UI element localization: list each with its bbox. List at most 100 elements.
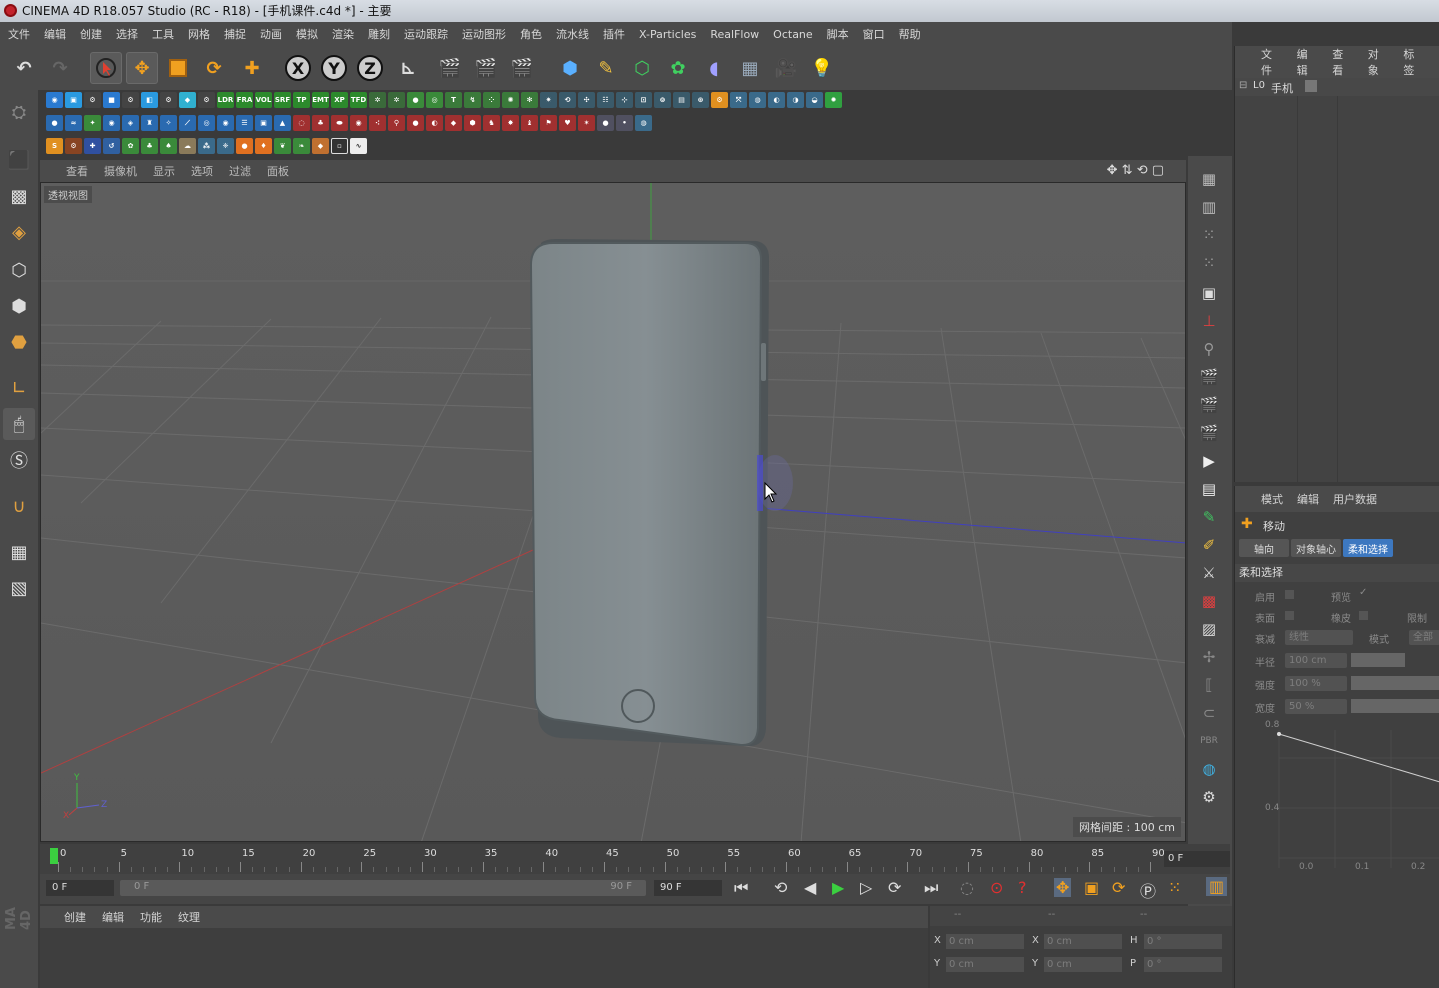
xp-action-23-icon[interactable]: ◑ bbox=[787, 92, 804, 108]
menu-snap[interactable]: 捕捉 bbox=[224, 26, 246, 42]
tool-bush-icon[interactable]: ❈ bbox=[217, 138, 234, 154]
xp-action-9-icon[interactable]: ✻ bbox=[521, 92, 538, 108]
rf-daemon-7-icon[interactable]: ◉ bbox=[217, 115, 234, 131]
xp-action-12-icon[interactable]: ✣ bbox=[578, 92, 595, 108]
key-rotation-icon[interactable]: ⟳ bbox=[1112, 878, 1125, 897]
falloff-select[interactable]: 线性 bbox=[1285, 630, 1353, 645]
xp-action-21-icon[interactable]: ◍ bbox=[749, 92, 766, 108]
xp-emitter-icon[interactable]: ▣ bbox=[65, 92, 82, 108]
render-picture-viewer-icon[interactable]: 🎬 bbox=[470, 52, 502, 84]
tool-grass-icon[interactable]: ⁂ bbox=[198, 138, 215, 154]
sculpt-grid-icon[interactable]: ▦ bbox=[3, 536, 35, 568]
cube-primitive-icon[interactable]: ⬢ bbox=[554, 52, 586, 84]
current-frame-field[interactable]: 0 F bbox=[1164, 851, 1230, 867]
last-tool-icon[interactable]: ✚ bbox=[236, 52, 268, 84]
rf-daemon-1-icon[interactable]: ◉ bbox=[103, 115, 120, 131]
rf-daemon-28-icon[interactable]: • bbox=[616, 115, 633, 131]
phone-model[interactable] bbox=[529, 239, 793, 747]
menu-create[interactable]: 创建 bbox=[80, 26, 102, 42]
cloner-icon[interactable]: ✿ bbox=[662, 52, 694, 84]
render-settings-icon[interactable]: 🎬 bbox=[506, 52, 538, 84]
grid-dots-2-icon[interactable]: ⁙ bbox=[1194, 250, 1224, 276]
tool-leaves-icon[interactable]: ❦ bbox=[274, 138, 291, 154]
rf-daemon-2-icon[interactable]: ◈ bbox=[122, 115, 139, 131]
tool-frame-icon[interactable]: ▫ bbox=[331, 138, 348, 154]
tool-swirl-icon[interactable]: ↺ bbox=[103, 138, 120, 154]
coord-rot-p-field[interactable]: 0 ° bbox=[1144, 957, 1222, 972]
coord-rot-h-field[interactable]: 0 ° bbox=[1144, 934, 1222, 949]
om-menu-edit[interactable]: 编辑 bbox=[1297, 46, 1319, 78]
xp-settings-icon[interactable]: ⚙ bbox=[84, 92, 101, 108]
key-pla-icon[interactable]: ⁙ bbox=[1168, 878, 1181, 897]
coord-size-x-field[interactable]: 0 cm bbox=[1044, 934, 1122, 949]
menu-edit[interactable]: 编辑 bbox=[44, 26, 66, 42]
enable-checkbox[interactable] bbox=[1285, 590, 1294, 599]
rf-daemon-15-icon[interactable]: ⁖ bbox=[369, 115, 386, 131]
play-icon[interactable]: ▶ bbox=[832, 878, 844, 897]
uv-layout-icon[interactable]: ▥ bbox=[1194, 194, 1224, 220]
mm-menu-function[interactable]: 功能 bbox=[140, 909, 162, 925]
xp-action-8-icon[interactable]: ✺ bbox=[502, 92, 519, 108]
radius-slider[interactable] bbox=[1351, 653, 1405, 667]
xp-cache-icon[interactable]: ◆ bbox=[179, 92, 196, 108]
render-icon-2[interactable]: 🎬 bbox=[1194, 392, 1224, 418]
key-parameter-icon[interactable]: Ⓟ bbox=[1140, 878, 1156, 902]
x-axis-lock-button[interactable]: X bbox=[282, 52, 314, 84]
om-menu-view[interactable]: 查看 bbox=[1332, 46, 1354, 78]
coord-pos-x-field[interactable]: 0 cm bbox=[946, 934, 1024, 949]
xp-fra-icon[interactable]: FRA bbox=[236, 92, 253, 108]
rf-daemon-16-icon[interactable]: ⚲ bbox=[388, 115, 405, 131]
menu-file[interactable]: 文件 bbox=[8, 26, 30, 42]
xp-action-22-icon[interactable]: ◐ bbox=[768, 92, 785, 108]
xp-action-1-icon[interactable]: ✲ bbox=[369, 92, 386, 108]
brush-icon[interactable]: ✎ bbox=[1194, 504, 1224, 530]
xp-tp-icon[interactable]: TP bbox=[293, 92, 310, 108]
checker-icon[interactable]: ▩ bbox=[1194, 588, 1224, 614]
xp-cog-icon[interactable]: ⚙ bbox=[160, 92, 177, 108]
coord-size-y-field[interactable]: 0 cm bbox=[1044, 957, 1122, 972]
select-tool-icon[interactable] bbox=[90, 52, 122, 84]
tool-fruit-icon[interactable]: ● bbox=[236, 138, 253, 154]
render-icon-3[interactable]: 🎬 bbox=[1194, 420, 1224, 446]
strength-field[interactable]: 100 % bbox=[1285, 676, 1347, 691]
scale-tool-icon[interactable] bbox=[162, 52, 194, 84]
xp-action-20-icon[interactable]: ⤧ bbox=[730, 92, 747, 108]
z-axis-lock-button[interactable]: Z bbox=[354, 52, 386, 84]
rf-daemon-29-icon[interactable]: ◍ bbox=[635, 115, 652, 131]
menu-motion-tracking[interactable]: 运动跟踪 bbox=[404, 26, 448, 42]
prev-frame-icon[interactable]: ◀ bbox=[804, 878, 816, 897]
menu-pipeline[interactable]: 流水线 bbox=[556, 26, 589, 42]
xp-action-25-icon[interactable]: ✹ bbox=[825, 92, 842, 108]
redo-icon[interactable]: ↷ bbox=[44, 52, 76, 84]
perspective-viewport[interactable]: Y Z X 透视视图 网格间距 : 100 cm bbox=[40, 182, 1186, 842]
tool-tree-icon[interactable]: ♣ bbox=[141, 138, 158, 154]
rf-daemon-6-icon[interactable]: ◎ bbox=[198, 115, 215, 131]
mm-menu-create[interactable]: 创建 bbox=[64, 909, 86, 925]
rf-daemon-27-icon[interactable]: ● bbox=[597, 115, 614, 131]
rf-daemon-14-icon[interactable]: ◉ bbox=[350, 115, 367, 131]
mm-menu-edit[interactable]: 编辑 bbox=[102, 909, 124, 925]
rf-fluid-icon[interactable]: ≈ bbox=[65, 115, 82, 131]
xp-ldr-icon[interactable]: LDR bbox=[217, 92, 234, 108]
menu-animate[interactable]: 动画 bbox=[260, 26, 282, 42]
xp-action-11-icon[interactable]: ⟲ bbox=[559, 92, 576, 108]
tab-axis[interactable]: 轴向 bbox=[1239, 539, 1289, 557]
menu-sculpt[interactable]: 雕刻 bbox=[368, 26, 390, 42]
viewport-menu-panel[interactable]: 面板 bbox=[267, 163, 289, 179]
axis-mode-icon[interactable]: ∟ bbox=[3, 372, 35, 404]
workplane-mode-icon[interactable]: ◈ bbox=[3, 216, 35, 248]
viewport-menu-options[interactable]: 选项 bbox=[191, 163, 213, 179]
undo-icon[interactable]: ↶ bbox=[8, 52, 40, 84]
xp-xp-icon[interactable]: XP bbox=[331, 92, 348, 108]
surface-checkbox[interactable] bbox=[1285, 611, 1294, 620]
record-keys-icon[interactable]: ⊙ bbox=[990, 878, 1003, 897]
tool-s-icon[interactable]: S bbox=[46, 138, 63, 154]
points-mode-icon[interactable]: ⬡ bbox=[3, 254, 35, 286]
xp-question-icon[interactable]: ◧ bbox=[141, 92, 158, 108]
tool-cloud-icon[interactable]: ☁ bbox=[179, 138, 196, 154]
xp-modifier-icon[interactable]: ⚙ bbox=[198, 92, 215, 108]
xp-action-4-icon[interactable]: ◎ bbox=[426, 92, 443, 108]
xp-action-3-icon[interactable]: ● bbox=[407, 92, 424, 108]
viewport-nav-icons[interactable]: ✥ ⇅ ⟲ ▢ bbox=[1107, 163, 1164, 178]
xp-action-16-icon[interactable]: ⊚ bbox=[654, 92, 671, 108]
